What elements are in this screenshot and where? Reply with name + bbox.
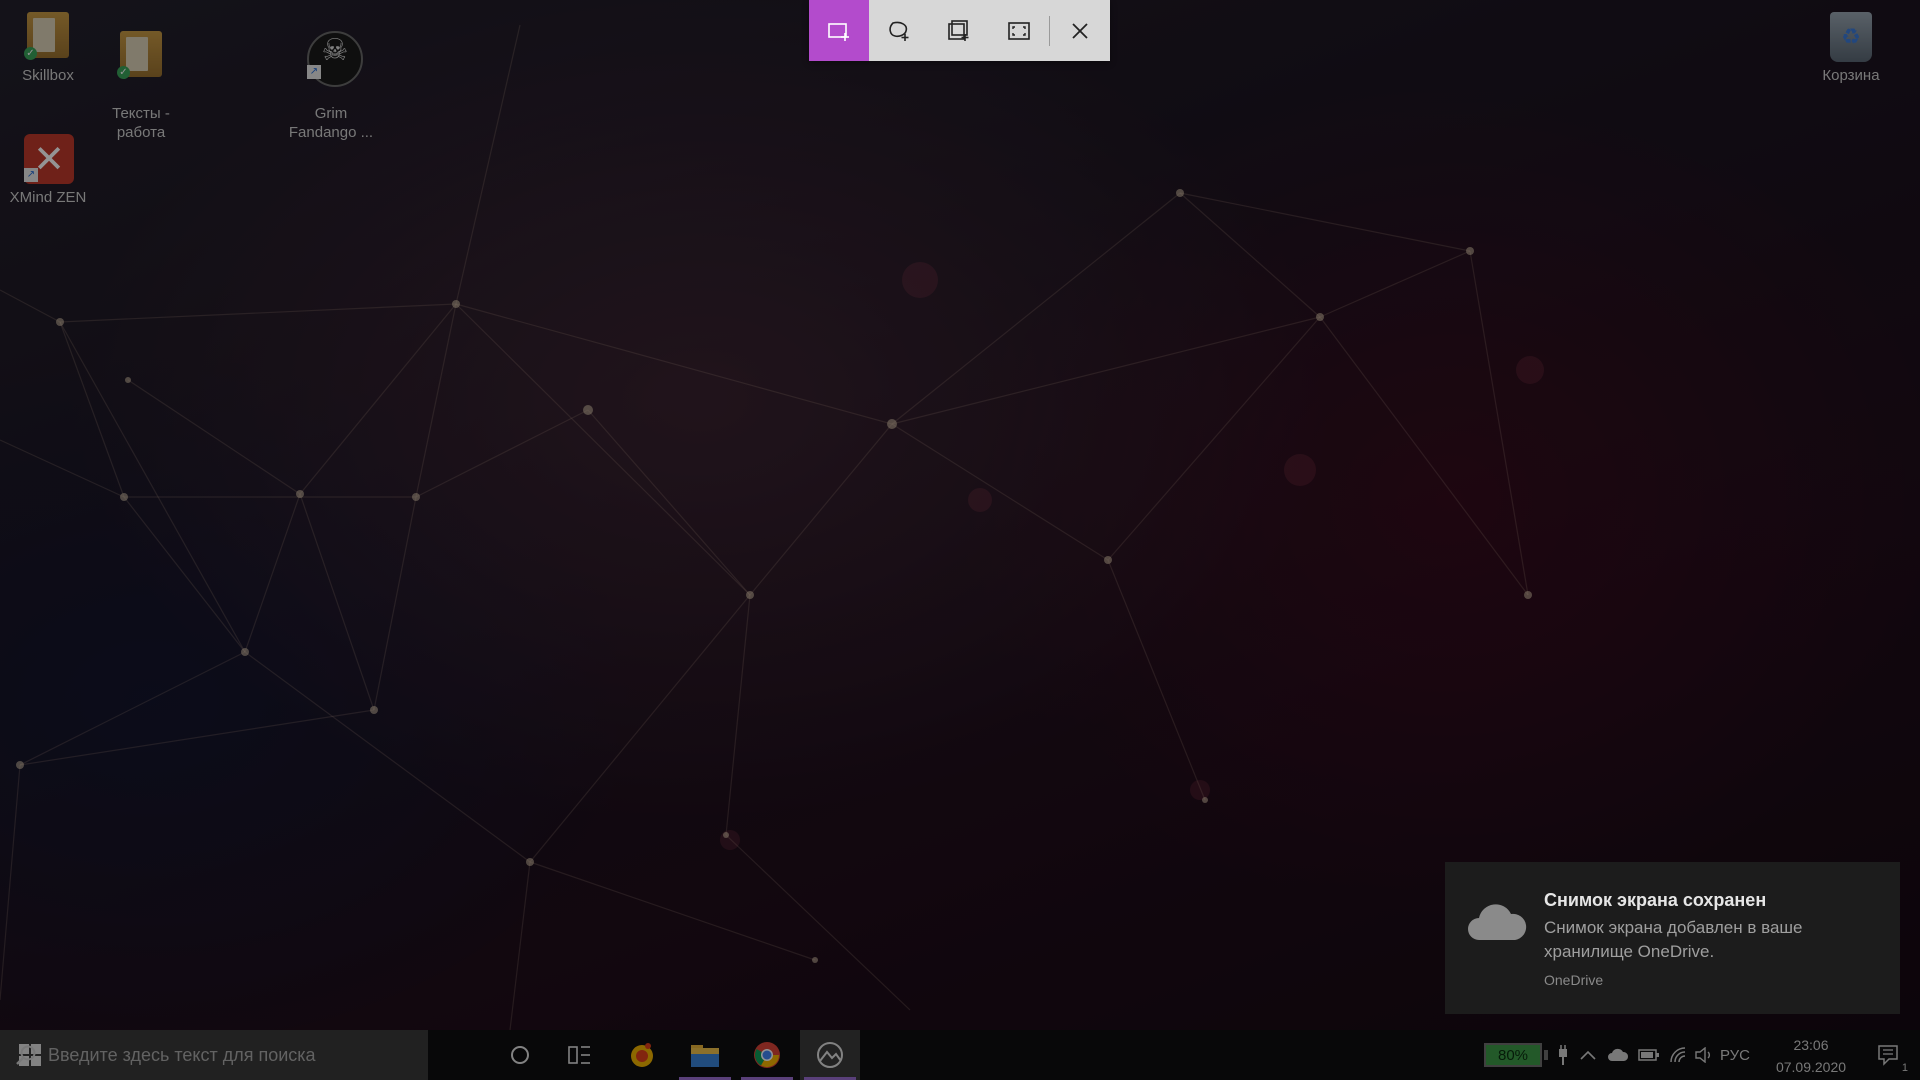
window-snip-button[interactable] [929,0,989,61]
notification-title: Снимок экрана сохранен [1544,890,1767,910]
sync-check-icon: ✓ [24,47,37,60]
plug-icon [1559,1045,1567,1065]
clock-date: 07.09.2020 [1775,1059,1847,1075]
desktop-icon-label: XMind ZEN [9,189,87,206]
search-placeholder: Введите здесь текст для поиска [48,1044,316,1065]
desktop-icon-texts-work[interactable]: ✓ Тексты - работа [93,2,189,161]
onedrive-cloud-icon [1468,904,1527,940]
show-hidden-icons-button[interactable] [1578,1030,1598,1080]
power-plug-tray[interactable] [1553,1030,1573,1080]
desktop-icon-label: Тексты - работа [112,105,170,141]
taskbar: Введите здесь текст для поиска 80% РУС 2… [0,1030,1920,1080]
wifi-icon [1670,1047,1686,1063]
task-view-button[interactable] [550,1030,610,1080]
sync-check-icon: ✓ [117,66,130,79]
search-icon [16,1045,36,1065]
snip-sketch-icon [817,1042,843,1068]
music-player-icon [631,1043,653,1067]
battery-tip [1544,1050,1548,1060]
battery-icon [1638,1049,1659,1061]
volume-tray[interactable] [1694,1030,1716,1080]
clock-time: 23:06 [1793,1037,1829,1053]
notification-body: Снимок экрана добавлен в ваше хранилище … [1544,918,1803,961]
cortana-icon [511,1046,529,1064]
chevron-up-icon [1580,1050,1596,1060]
snip-toolbar [809,0,1110,61]
taskbar-clock[interactable]: 23:06 07.09.2020 [1764,1034,1858,1078]
desktop-icon-grim-fandango[interactable]: ↗ Grim Fandango ... [283,2,379,161]
desktop-icon-label: Grim Fandango ... [288,105,374,141]
taskbar-app-file-explorer[interactable] [675,1030,735,1080]
rectangular-snip-button[interactable] [809,0,869,61]
chrome-icon [754,1042,780,1068]
network-tray[interactable] [1666,1030,1692,1080]
taskbar-app-chrome[interactable] [737,1030,797,1080]
notifications-icon [1878,1045,1898,1066]
freeform-snip-button[interactable] [869,0,929,61]
freeform-snip-icon [889,21,909,41]
recycle-bin-icon: ♻ [1830,12,1872,62]
notification-app-name: OneDrive [1544,972,1604,988]
rectangle-snip-icon [828,22,849,41]
cortana-button[interactable] [490,1030,550,1080]
desktop-icon-xmind[interactable]: ✕ ↗ XMind ZEN [0,124,96,207]
input-language[interactable]: РУС [1716,1030,1754,1080]
notification-toast[interactable]: Снимок экрана сохранен Снимок экрана доб… [1445,862,1900,1014]
action-center-button[interactable]: 1 [1866,1030,1912,1080]
onedrive-cloud-icon [1608,1048,1629,1061]
desktop-icon-skillbox[interactable]: ✓ Skillbox [0,2,96,85]
notification-count: 1 [1901,1062,1908,1074]
shortcut-arrow-icon: ↗ [24,168,38,182]
desktop-icon-label: Skillbox [22,67,74,84]
onedrive-tray[interactable] [1605,1030,1631,1080]
desktop-icon-label: Корзина [1822,67,1880,84]
battery-percent-indicator[interactable]: 80% [1484,1043,1542,1067]
file-explorer-icon [691,1045,719,1067]
taskbar-app-music[interactable] [612,1030,672,1080]
speaker-icon [1695,1047,1710,1063]
window-snip-icon [948,19,969,41]
close-icon [1072,22,1088,39]
task-view-icon [568,1046,590,1064]
taskbar-search-box[interactable]: Введите здесь текст для поиска [0,1030,428,1080]
battery-tray[interactable] [1636,1030,1662,1080]
desktop-icon-recycle-bin[interactable]: ♻ Корзина [1803,2,1899,85]
taskbar-app-snip-sketch[interactable] [800,1030,860,1080]
fullscreen-snip-icon [1008,21,1030,40]
close-snip-button[interactable] [1050,0,1110,61]
shortcut-arrow-icon: ↗ [307,65,321,79]
fullscreen-snip-button[interactable] [989,0,1049,61]
